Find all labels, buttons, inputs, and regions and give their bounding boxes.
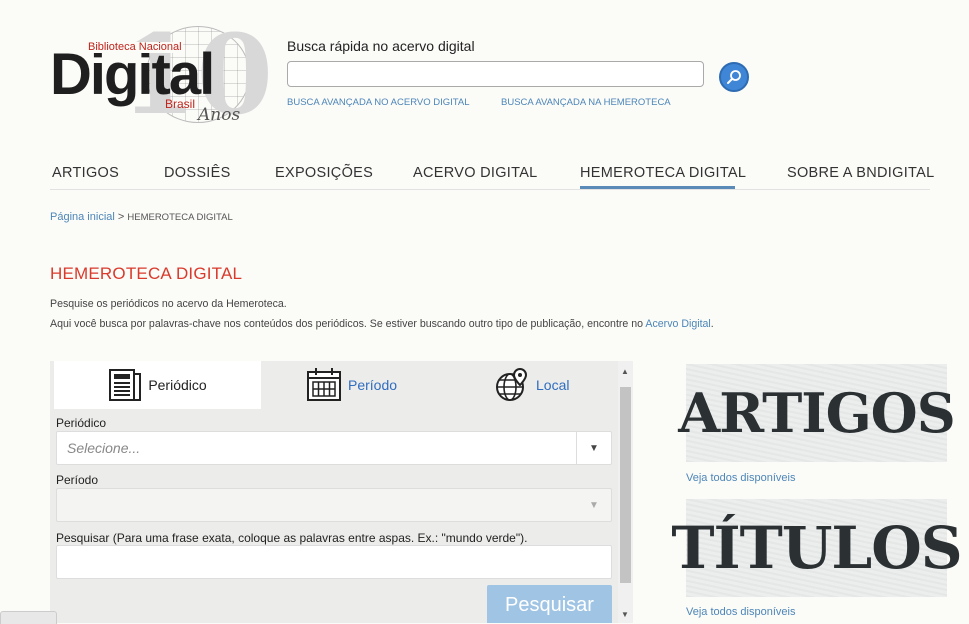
newspaper-search-panel: Periódico Período Local Periódico Seleci… bbox=[50, 361, 633, 623]
advanced-search-collection-link[interactable]: BUSCA AVANÇADA NO ACERVO DIGITAL bbox=[287, 97, 470, 108]
nav-divider bbox=[50, 189, 930, 190]
site-logo[interactable]: 10 Digital Biblioteca Nacional Brasil An… bbox=[50, 20, 273, 130]
keyword-search-input[interactable] bbox=[56, 545, 612, 579]
periodo-field-label: Período bbox=[56, 473, 99, 487]
nav-item-hemeroteca-digital[interactable]: HEMEROTECA DIGITAL bbox=[580, 165, 746, 181]
quick-search-input[interactable] bbox=[287, 61, 704, 87]
globe-pin-icon bbox=[496, 367, 528, 401]
nav-item-artigos[interactable]: ARTIGOS bbox=[52, 165, 119, 181]
logo-institution: Biblioteca Nacional bbox=[87, 41, 183, 53]
logo-country: Brasil bbox=[165, 97, 196, 111]
pesquisar-button[interactable]: Pesquisar bbox=[487, 585, 612, 623]
breadcrumb: Página inicial > HEMEROTECA DIGITAL bbox=[50, 211, 233, 223]
periodico-select[interactable]: Selecione... ▼ bbox=[56, 431, 612, 465]
acervo-digital-link[interactable]: Acervo Digital bbox=[645, 318, 710, 330]
artigos-banner[interactable]: ARTIGOS bbox=[678, 364, 956, 462]
page-description-line1: Pesquise os periódicos no acervo da Heme… bbox=[50, 298, 287, 310]
nav-item-acervo-digital[interactable]: ACERVO DIGITAL bbox=[413, 165, 538, 181]
scroll-up-icon[interactable]: ▲ bbox=[621, 367, 629, 376]
logo-wordmark: Digital bbox=[50, 42, 215, 107]
description-text: Aqui você busca por palavras-chave nos c… bbox=[50, 318, 646, 330]
tab-local-label: Local bbox=[536, 377, 570, 393]
nav-active-indicator bbox=[580, 186, 735, 189]
tab-periodo[interactable]: Período bbox=[306, 361, 397, 409]
breadcrumb-current: HEMEROTECA DIGITAL bbox=[127, 212, 233, 223]
newspaper-icon bbox=[109, 369, 142, 401]
tab-periodico-label: Periódico bbox=[148, 377, 207, 393]
magnifier-icon bbox=[727, 70, 741, 84]
logo-anniversary-word: Anos bbox=[198, 105, 241, 125]
nav-item-sobre[interactable]: SOBRE A BNDIGITAL bbox=[787, 165, 934, 181]
calendar-icon bbox=[307, 368, 341, 401]
tab-periodico[interactable]: Periódico bbox=[54, 361, 261, 409]
titulos-see-all-link[interactable]: Veja todos disponíveis bbox=[686, 606, 795, 618]
nav-item-exposicoes[interactable]: EXPOSIÇÕES bbox=[275, 165, 373, 181]
periodico-placeholder: Selecione... bbox=[67, 440, 141, 456]
titulos-banner[interactable]: TÍTULOS bbox=[671, 499, 963, 597]
tab-local[interactable]: Local bbox=[494, 361, 569, 409]
chevron-down-icon: ▼ bbox=[589, 499, 599, 511]
periodo-select[interactable]: ▼ bbox=[56, 488, 612, 522]
page-description-line2: Aqui você busca por palavras-chave nos c… bbox=[50, 318, 714, 330]
search-button[interactable] bbox=[719, 62, 749, 92]
quick-search-label: Busca rápida no acervo digital bbox=[287, 38, 475, 54]
panel-scrollbar[interactable]: ▲ ▼ bbox=[618, 361, 633, 623]
breadcrumb-home-link[interactable]: Página inicial bbox=[50, 211, 115, 223]
advanced-search-newspaper-link[interactable]: BUSCA AVANÇADA NA HEMEROTECA bbox=[501, 97, 671, 108]
periodico-field-label: Periódico bbox=[56, 416, 107, 430]
chevron-down-icon: ▼ bbox=[576, 432, 611, 464]
tab-periodo-label: Período bbox=[348, 377, 398, 393]
artigos-see-all-link[interactable]: Veja todos disponíveis bbox=[686, 472, 795, 484]
description-end: . bbox=[710, 318, 714, 330]
breadcrumb-separator: > bbox=[114, 211, 128, 223]
nav-item-dossies[interactable]: DOSSIÊS bbox=[164, 165, 231, 181]
page-title: HEMEROTECA DIGITAL bbox=[50, 264, 243, 283]
pesquisar-field-label: Pesquisar (Para uma frase exata, coloque… bbox=[56, 531, 528, 545]
scroll-down-icon[interactable]: ▼ bbox=[621, 610, 629, 619]
bottom-corner-tab[interactable] bbox=[0, 611, 57, 624]
scroll-thumb[interactable] bbox=[620, 387, 631, 583]
